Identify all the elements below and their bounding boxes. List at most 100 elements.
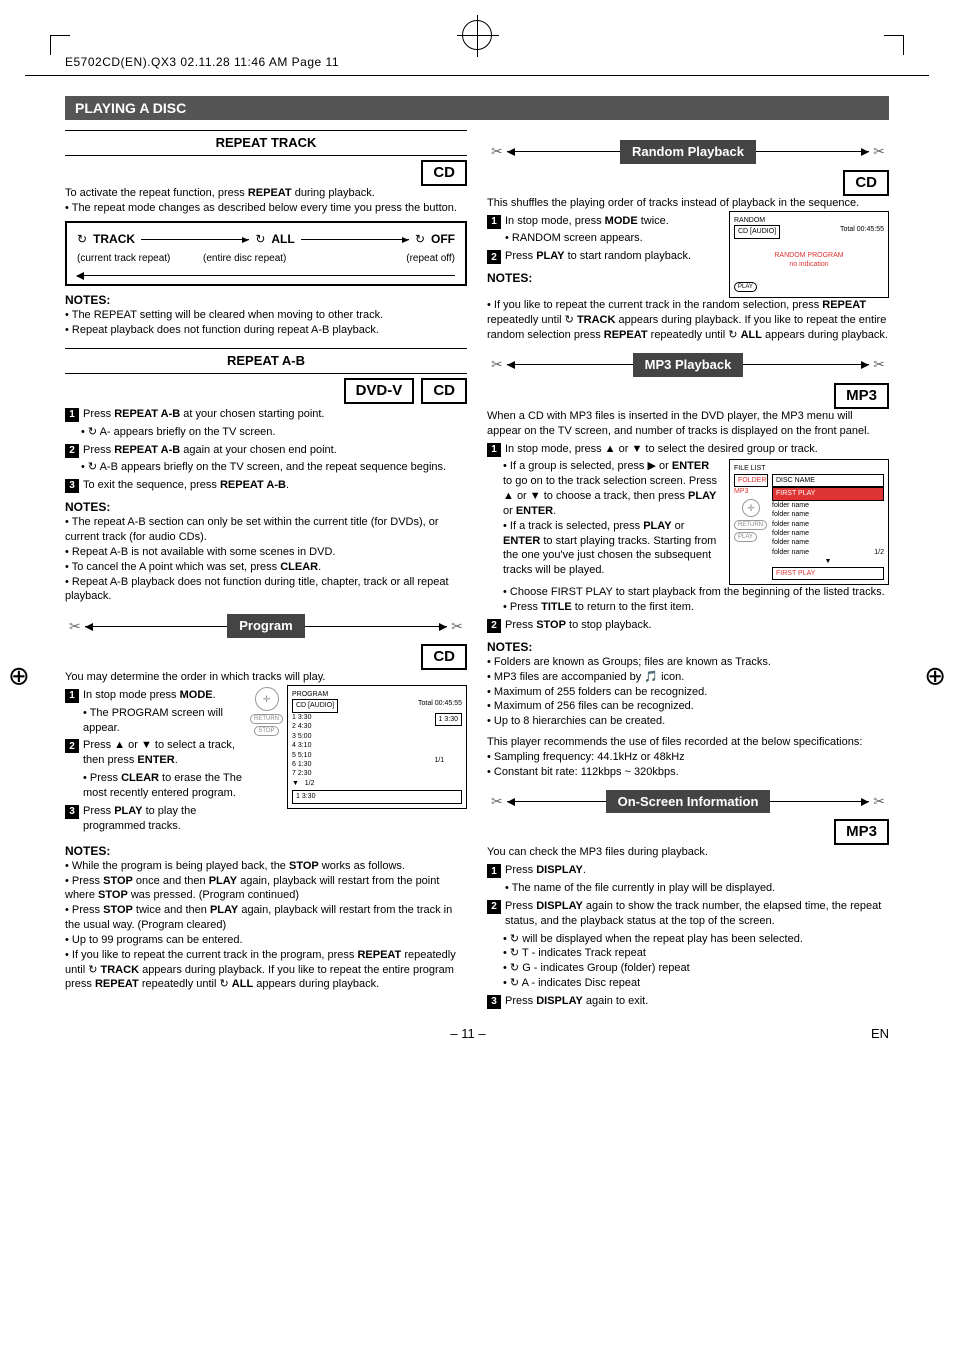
badge-cd: CD (843, 170, 889, 196)
sub-item: ↻ T - indicates Track repeat (503, 946, 889, 961)
list-item: MP3 files are accompanied by 🎵 icon. (487, 670, 889, 685)
screen-disc: CD [AUDIO] (734, 225, 780, 238)
step: 1In stop mode, press ▲ or ▼ to select th… (487, 442, 889, 457)
nav-return: RETURN (250, 714, 283, 724)
track-row: 3 5:00 (292, 732, 315, 741)
list-item: To cancel the A point which was set, pre… (65, 560, 467, 575)
badge-mp3: MP3 (834, 819, 889, 845)
sub-item: ↻ A- appears briefly on the TV screen. (81, 425, 467, 440)
list-item: Repeat playback does not function during… (65, 323, 467, 338)
paragraph: This shuffles the playing order of track… (487, 196, 889, 211)
folder-label: FOLDER (734, 474, 768, 487)
heading-repeat-track: REPEAT TRACK (65, 130, 467, 156)
track-row: 1 3:30 (292, 713, 315, 722)
diag-caption: (entire disc repeat) (203, 252, 329, 266)
screen-total: Total 00:45:55 (840, 225, 884, 238)
disc-name: DISC NAME (772, 474, 884, 487)
list-item: Folders are known as Groups; files are k… (487, 655, 889, 670)
sub-item: • Press CLEAR to erase the The most rece… (65, 771, 242, 801)
sub-item: • The PROGRAM screen will appear. (65, 706, 242, 736)
page-header: E5702CD(EN).QX3 02.11.28 11:46 AM Page 1… (65, 55, 889, 69)
step: 1In stop mode, press MODE twice. (487, 214, 721, 229)
badge-dvdv: DVD-V (344, 378, 415, 404)
sub-item: If a track is selected, press PLAY or EN… (503, 519, 721, 578)
folder-row: folder name (772, 529, 884, 538)
screen-total: Total 00:45:55 (418, 699, 462, 712)
paragraph: This player recommends the use of files … (487, 735, 889, 750)
paragraph: To activate the repeat function, press R… (65, 186, 467, 201)
badge-mp3: MP3 (834, 383, 889, 409)
screen-msg: no indication (734, 260, 884, 269)
step: 2Press STOP to stop playback. (487, 618, 889, 633)
selected-track: 1 3:30 (435, 713, 462, 726)
repeat-icon: ↻ (255, 231, 265, 247)
spec-list: Sampling frequency: 44.1kHz or 48kHz Con… (487, 750, 889, 780)
sub-item: If a group is selected, press ▶ or ENTER… (503, 459, 721, 518)
list-item: Up to 99 programs can be entered. (65, 933, 467, 948)
paragraph: When a CD with MP3 files is inserted in … (487, 409, 889, 439)
ribbon-label: Program (227, 614, 304, 638)
list-item: Press STOP twice and then PLAY again, pl… (65, 903, 467, 933)
sub-list: ↻ will be displayed when the repeat play… (487, 932, 889, 991)
list-item: Maximum of 256 files can be recognized. (487, 699, 889, 714)
sub-item: • The name of the file currently in play… (487, 881, 889, 896)
sub-item: Choose FIRST PLAY to start playback from… (503, 585, 889, 600)
repeat-icon: ↻ (77, 231, 87, 247)
step: 2Press ▲ or ▼ to select a track, then pr… (65, 738, 242, 768)
ribbon-label: MP3 Playback (633, 353, 744, 377)
list-item: Up to 8 hierarchies can be created. (487, 714, 889, 729)
screen-title: RANDOM (734, 216, 884, 225)
list: The repeat mode changes as described bel… (65, 201, 467, 216)
sub-item: • RANDOM screen appears. (487, 231, 721, 246)
screen-page: 1/2 (305, 780, 315, 787)
notes-list: While the program is being played back, … (65, 859, 467, 993)
list-item: The repeat mode changes as described bel… (65, 201, 467, 216)
screen-page: 1/2 (874, 548, 884, 557)
track-row: 6 1:30 (292, 760, 315, 769)
mp3-screen: FILE LIST FOLDER MP3 ✛ RETURN PLAY DISC … (729, 459, 889, 585)
mp3-label: MP3 (734, 487, 768, 496)
step: 2Press REPEAT A-B again at your chosen e… (65, 443, 467, 458)
notes-heading: NOTES: (487, 639, 889, 655)
ribbon-mp3: ✂ MP3 Playback ✂ (487, 353, 889, 377)
diag-caption: (repeat off) (329, 252, 455, 266)
notes-list: If you like to repeat the current track … (487, 298, 889, 343)
step: 2Press PLAY to start random playback. (487, 249, 721, 264)
page-number: – 11 – (450, 1026, 485, 1041)
badge-cd: CD (421, 644, 467, 670)
sub-list: Choose FIRST PLAY to start playback from… (487, 585, 889, 615)
folder-row: folder name (772, 548, 809, 557)
diag-label: TRACK (93, 231, 135, 247)
notes-heading: NOTES: (487, 270, 721, 286)
track-row: 7 2:30 (292, 769, 315, 778)
crop-corner (884, 35, 904, 55)
registration-mark (462, 20, 492, 50)
diag-caption: (current track repeat) (77, 252, 203, 266)
list-item: Press STOP once and then PLAY again, pla… (65, 874, 467, 904)
screen-bottom: 1 3:30 (292, 790, 462, 803)
list-item: If you like to repeat the current track … (65, 948, 467, 993)
notes-list: Folders are known as Groups; files are k… (487, 655, 889, 729)
diag-label: ALL (271, 231, 294, 247)
sub-list: If a group is selected, press ▶ or ENTER… (487, 459, 721, 585)
step: 1Press REPEAT A-B at your chosen startin… (65, 407, 467, 422)
right-column: ✂ Random Playback ✂ CD This shuffles the… (487, 130, 889, 1012)
repeat-flow-diagram: ↻TRACK ↻ALL ↻OFF (current track repeat) … (65, 221, 467, 286)
nav-return: RETURN (734, 520, 767, 530)
nav-play: PLAY (734, 282, 757, 292)
ribbon-label: On-Screen Information (606, 790, 771, 814)
step: 2Press DISPLAY again to show the track n… (487, 899, 889, 929)
list-item: Repeat A-B playback does not function du… (65, 575, 467, 605)
folder-row: folder name (772, 510, 884, 519)
screen-title: PROGRAM (292, 690, 462, 699)
list-item: If you like to repeat the current track … (487, 298, 889, 343)
list-item: Maximum of 255 folders can be recognized… (487, 685, 889, 700)
step: 1Press DISPLAY. (487, 863, 889, 878)
screen-msg: RANDOM PROGRAM (734, 251, 884, 260)
repeat-icon: ↻ (415, 231, 425, 247)
list-item: Repeat A-B is not available with some sc… (65, 545, 467, 560)
track-row: 2 4:30 (292, 722, 315, 731)
crop-line (25, 75, 929, 76)
paragraph: You may determine the order in which tra… (65, 670, 467, 685)
list-item: The repeat A-B section can only be set w… (65, 515, 467, 545)
